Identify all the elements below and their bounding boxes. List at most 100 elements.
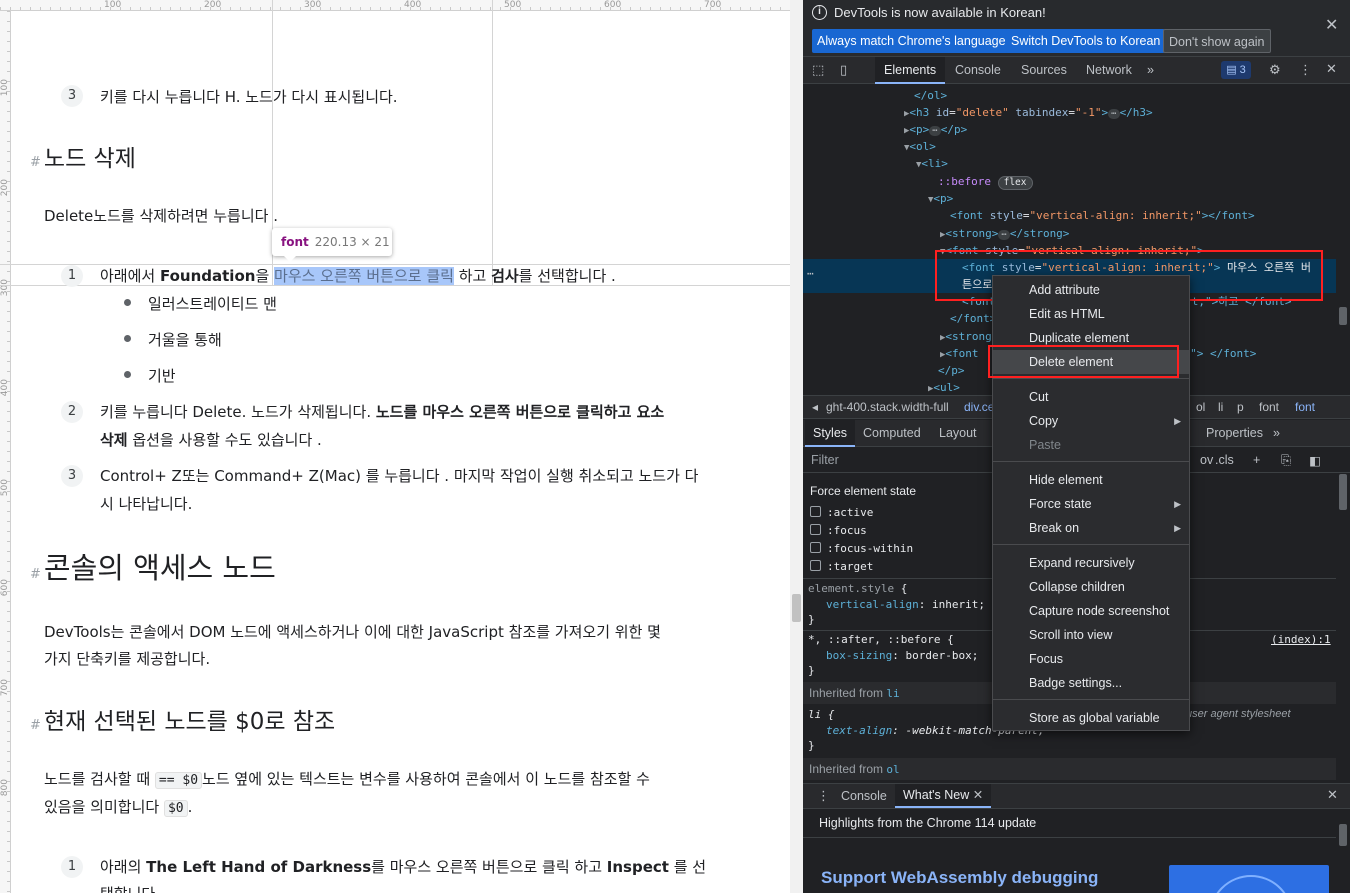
heading-anchor[interactable]: # [30,718,41,733]
breadcrumb-item[interactable]: font [1259,396,1279,418]
menu-item-collapse-children[interactable]: Collapse children [993,575,1189,599]
menu-item-paste[interactable]: Paste [993,433,1189,457]
dont-show-again-button[interactable]: Don't show again [1163,29,1271,53]
dom-line[interactable]: ▼<li> [916,155,948,172]
rule-declaration[interactable]: vertical-align: inherit; [826,598,985,611]
flex-badge[interactable]: flex [997,176,1033,190]
breadcrumb-item[interactable]: li [1218,396,1223,418]
checkbox[interactable] [810,542,821,553]
breadcrumb-item[interactable]: font [1295,396,1315,418]
rule-source-link[interactable]: (index):1 [1271,633,1331,646]
switch-to-korean-button[interactable]: Switch DevTools to Korean [1006,29,1166,53]
tab-elements[interactable]: Elements [875,57,946,84]
tab-properties[interactable]: Properties [1206,420,1263,447]
menu-item-scroll-into-view[interactable]: Scroll into view [993,623,1189,647]
menu-item-badge-settings[interactable]: Badge settings... [993,671,1189,695]
tab-computed[interactable]: Computed [863,420,921,447]
highlighted-node[interactable]: 마우스 오른쪽 버튼으로 클릭 [274,267,454,285]
breadcrumb-item[interactable]: ght-400.stack.width-full [826,396,949,418]
drawer-menu-icon[interactable]: ⋮ [817,788,830,804]
checkbox[interactable] [810,560,821,571]
breadcrumb-back-icon[interactable]: ◂ [812,396,818,418]
heading-anchor[interactable]: # [30,155,41,170]
inherited-tag[interactable]: li [886,687,899,700]
dom-line[interactable]: ▶<ul> [928,379,960,396]
scrollbar-thumb[interactable] [792,594,801,622]
ellipsis-icon[interactable]: ⋯ [998,230,1010,240]
close-devtools-icon[interactable]: ✕ [1326,61,1337,77]
always-match-language-button[interactable]: Always match Chrome's language [812,29,1011,53]
gear-icon[interactable]: ⚙ [1269,62,1281,78]
menu-item-capture-node-screenshot[interactable]: Capture node screenshot [993,599,1189,623]
drawer-tab-console[interactable]: Console [841,784,887,808]
inherited-tag[interactable]: ol [886,763,899,776]
menu-item-break-on[interactable]: Break on ▶ [993,516,1189,540]
tab-network[interactable]: Network [1086,57,1132,84]
rule-selector[interactable]: element.style { [808,582,907,595]
dom-line[interactable]: </p> [938,362,965,379]
tab-console[interactable]: Console [955,57,1001,84]
menu-item-edit-as-html[interactable]: Edit as HTML [993,302,1189,326]
ellipsis-icon[interactable]: ⋯ [1108,109,1120,119]
tab-styles[interactable]: Styles [805,420,856,447]
checkbox[interactable] [810,524,821,535]
hover-state-toggle[interactable]: ov [1200,453,1213,467]
filter-input[interactable]: Filter [811,453,839,467]
close-drawer-icon[interactable]: ✕ [1327,787,1338,803]
sidebar-toggle-icon[interactable]: ◧ [1309,453,1321,468]
drawer-scrollbar[interactable] [1336,810,1350,893]
node-ellipsis-icon[interactable]: ⋯ [807,265,814,282]
close-tab-icon[interactable]: ✕ [973,788,983,802]
dom-line[interactable]: ▶<p> ⋯ </p> [904,121,967,138]
breadcrumb-item[interactable]: p [1237,396,1244,418]
feature-link[interactable]: Support WebAssembly debugging [821,868,1098,888]
scrollbar-thumb[interactable] [1339,474,1347,510]
device-toolbar-icon[interactable]: ▯ [840,62,847,78]
dom-line[interactable]: ::before flex [938,173,1033,190]
menu-item-focus[interactable]: Focus [993,647,1189,671]
force-state-checkbox[interactable]: :target [810,560,873,573]
dom-line[interactable]: <font style="vertical-align: inherit;"><… [950,207,1255,224]
dom-line[interactable]: </ol> [914,87,947,104]
menu-item-force-state[interactable]: Force state ▶ [993,492,1189,516]
menu-item-copy[interactable]: Copy ▶ [993,409,1189,433]
more-tabs-icon[interactable]: » [1273,420,1280,447]
kebab-menu-icon[interactable]: ⋮ [1299,62,1312,78]
drawer-tab-whats-new[interactable]: What's New ✕ [895,784,992,808]
close-icon[interactable]: ✕ [1325,15,1338,35]
dom-line[interactable]: ▼<ol> [904,138,936,155]
paint-icon[interactable]: ⎘ [1281,453,1291,468]
force-state-checkbox[interactable]: :focus-within [810,542,913,555]
checkbox[interactable] [810,506,821,517]
tab-sources[interactable]: Sources [1021,57,1067,84]
menu-item-hide-element[interactable]: Hide element [993,468,1189,492]
heading-anchor[interactable]: # [30,567,41,582]
new-rule-icon[interactable]: + [1253,453,1260,467]
menu-item-expand-recursively[interactable]: Expand recursively [993,551,1189,575]
breadcrumb-item[interactable]: ol [1196,396,1205,418]
list-item[interactable]: 거울을 통해 [148,329,222,350]
issues-badge[interactable]: ▤ 3 [1221,61,1251,79]
list-item[interactable]: 일러스트레이티드 맨 [148,293,277,314]
more-tabs-icon[interactable]: » [1147,57,1154,84]
dom-line[interactable]: ▼<p> [928,190,953,207]
inspect-element-icon[interactable]: ⬚ [812,62,824,78]
tab-layout[interactable]: Layout [939,420,977,447]
rule-declaration[interactable]: box-sizing: border-box; [826,649,978,662]
dom-line[interactable]: ▶<strong> ⋯ </strong> [940,225,1069,242]
menu-item-store-as-global-variable[interactable]: Store as global variable [993,706,1189,730]
menu-item-add-attribute[interactable]: Add attribute [993,278,1189,302]
dom-line[interactable]: ▶<h3 id="delete" tabindex="-1"> ⋯ </h3> [904,104,1153,121]
rule-selector[interactable]: *, ::after, ::before { [808,633,954,646]
page-scrollbar[interactable] [790,0,803,893]
rule-selector[interactable]: li { [808,708,835,721]
dom-line[interactable]: ▶<strong> [940,328,998,345]
scrollbar-thumb[interactable] [1339,824,1347,846]
force-state-checkbox[interactable]: :focus [810,524,867,537]
styles-scrollbar[interactable] [1336,474,1350,779]
list-item[interactable]: 기반 [148,365,176,386]
dom-scrollbar[interactable] [1336,85,1350,394]
ellipsis-icon[interactable]: ⋯ [929,126,941,136]
class-toggle[interactable]: .cls [1215,453,1234,467]
dom-line[interactable]: </font> [950,310,996,327]
